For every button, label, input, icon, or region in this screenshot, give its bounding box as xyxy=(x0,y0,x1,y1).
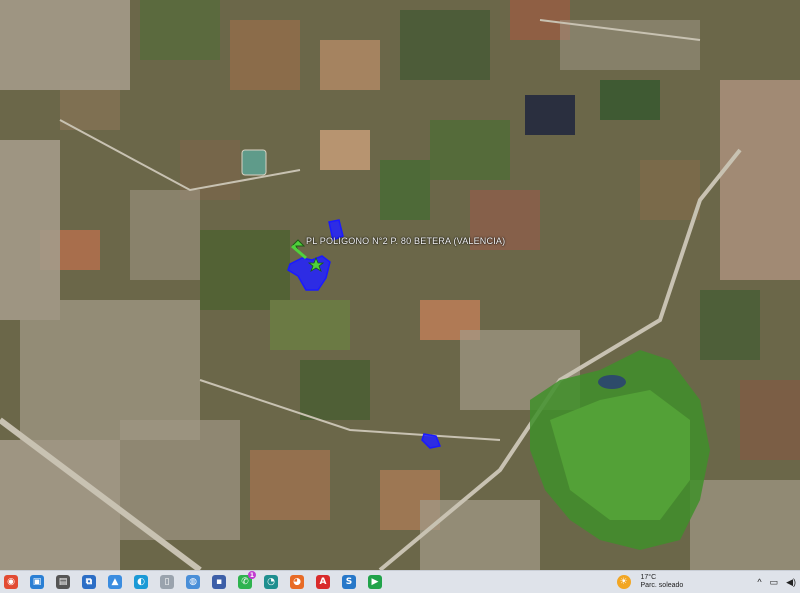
printer-icon[interactable]: ▤ xyxy=(56,575,70,589)
chevron-up-icon[interactable]: ^ xyxy=(757,577,761,587)
app-s-icon[interactable]: S xyxy=(342,575,356,589)
chrome-icon[interactable]: ◉ xyxy=(4,575,18,589)
network-icon[interactable]: ⧉ xyxy=(82,575,96,589)
map-imagery xyxy=(0,0,800,570)
photos-icon[interactable]: ▲ xyxy=(108,575,122,589)
system-tray: ☀ 17°C Parc. soleado ^ ▭ ◀) xyxy=(611,571,800,593)
firefox-icon[interactable]: ◕ xyxy=(290,575,304,589)
satellite-map[interactable]: PL POLIGONO N°2 P. 80 BETERA (VALENCIA) xyxy=(0,0,800,570)
save-icon[interactable]: ▪ xyxy=(212,575,226,589)
acrobat-icon[interactable]: A xyxy=(316,575,330,589)
taskbar: ◉ ▣ ▤ ⧉ ▲ ◐ ▯ ◍ ▪ ✆ 1 ◔ ◕ A S ▶ ☀ 17°C Parc. soleado ^ … xyxy=(0,570,800,593)
file-icon[interactable]: ▯ xyxy=(160,575,174,589)
earth-icon[interactable]: ◍ xyxy=(186,575,200,589)
notification-badge: 1 xyxy=(248,571,256,579)
weather-widget[interactable]: ☀ 17°C Parc. soleado xyxy=(611,574,684,590)
edge-icon[interactable]: ◐ xyxy=(134,575,148,589)
weather-sun-icon: ☀ xyxy=(616,575,631,589)
browser-icon[interactable]: ◔ xyxy=(264,575,278,589)
network-tray-icon[interactable]: ▭ xyxy=(770,577,779,588)
reservoir xyxy=(241,149,267,176)
weather-desc: Parc. soleado xyxy=(640,582,684,589)
whatsapp-icon[interactable]: ✆ 1 xyxy=(238,571,256,589)
app-player-icon[interactable]: ▶ xyxy=(368,575,382,589)
taskbar-apps: ◉ ▣ ▤ ⧉ ▲ ◐ ▯ ◍ ▪ ✆ 1 ◔ ◕ A S ▶ xyxy=(0,571,388,589)
weather-temp: 17°C xyxy=(640,574,657,581)
monitor-icon[interactable]: ▣ xyxy=(30,575,44,589)
volume-icon[interactable]: ◀) xyxy=(786,577,796,588)
placemark-label[interactable]: PL POLIGONO N°2 P. 80 BETERA (VALENCIA) xyxy=(306,236,505,246)
